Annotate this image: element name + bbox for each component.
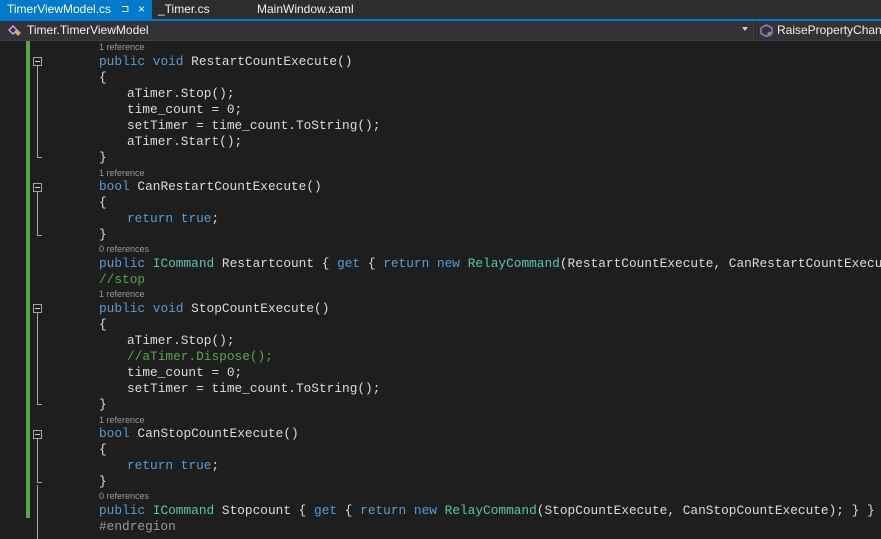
codelens-references[interactable]: 1 reference [99, 42, 145, 53]
tab-mainwindow[interactable]: MainWindow.xaml [257, 0, 354, 19]
outline-line [37, 438, 38, 482]
change-indicator-bar [26, 41, 30, 518]
tab-label: MainWindow.xaml [257, 2, 354, 16]
code-line: } [99, 397, 107, 412]
code-line: { [99, 442, 107, 457]
document-tab-bar: TimerViewModel.cs ⊐ × _Timer.cs MainWind… [0, 0, 881, 21]
outline-end [37, 157, 42, 158]
codelens-references[interactable]: 1 reference [99, 415, 145, 426]
collapse-icon[interactable] [33, 183, 42, 192]
outline-line [37, 485, 38, 539]
code-line: } [99, 150, 107, 165]
collapse-icon[interactable] [33, 430, 42, 439]
member-dropdown[interactable]: RaisePropertyChanged [756, 21, 881, 40]
outline-line [37, 191, 38, 235]
code-line: { [99, 317, 107, 332]
tab-timerviewmodel[interactable]: TimerViewModel.cs ⊐ × [0, 0, 152, 19]
preprocessor-directive: #endregion [99, 519, 176, 534]
code-editor[interactable]: 1 reference 1 reference 0 references 1 r… [0, 41, 881, 539]
code-line: { [99, 70, 107, 85]
code-line: public void RestartCountExecute() [99, 54, 353, 69]
code-line: time_count = 0; [127, 102, 243, 117]
codelens-references[interactable]: 1 reference [99, 289, 145, 300]
code-line: aTimer.Stop(); [127, 86, 235, 101]
code-line: setTimer = time_count.ToString(); [127, 381, 381, 396]
code-line: { [99, 195, 107, 210]
outline-end [37, 482, 42, 483]
collapse-icon[interactable] [33, 57, 42, 66]
pin-icon[interactable]: ⊐ [121, 0, 129, 19]
member-dropdown-label: RaisePropertyChanged [777, 23, 881, 37]
outline-line [37, 312, 38, 404]
code-line: bool CanRestartCountExecute() [99, 179, 322, 194]
class-dropdown[interactable]: Timer.TimerViewModel [0, 21, 754, 40]
code-line: return true; [127, 211, 220, 226]
tab-label: TimerViewModel.cs [7, 2, 112, 16]
code-line: public ICommand Stopcount { get { return… [99, 503, 875, 518]
chevron-down-icon[interactable] [742, 27, 748, 31]
code-line: public ICommand Restartcount { get { ret… [99, 256, 881, 271]
navigation-bar: Timer.TimerViewModel RaisePropertyChange… [0, 21, 881, 41]
class-dropdown-label: Timer.TimerViewModel [27, 23, 149, 37]
class-icon [8, 25, 21, 36]
code-line: return true; [127, 458, 220, 473]
outline-end [37, 235, 42, 236]
code-line: public void StopCountExecute() [99, 301, 330, 316]
code-comment: //stop [99, 272, 146, 287]
code-line: aTimer.Stop(); [127, 333, 235, 348]
code-comment: //aTimer.Dispose(); [127, 349, 273, 364]
close-icon[interactable]: × [138, 0, 145, 19]
code-line: bool CanStopCountExecute() [99, 426, 299, 441]
method-icon [760, 24, 773, 37]
collapse-icon[interactable] [33, 304, 42, 313]
codelens-references[interactable]: 0 references [99, 244, 149, 255]
code-line: time_count = 0; [127, 365, 243, 380]
outline-end [37, 404, 42, 405]
tab-label: _Timer.cs [158, 2, 210, 16]
outline-line [37, 65, 38, 157]
code-line: } [99, 474, 107, 489]
tab-timer[interactable]: _Timer.cs [158, 0, 210, 19]
code-line: setTimer = time_count.ToString(); [127, 118, 381, 133]
codelens-references[interactable]: 0 references [99, 491, 149, 502]
codelens-references[interactable]: 1 reference [99, 168, 145, 179]
code-line: } [99, 227, 107, 242]
code-line: aTimer.Start(); [127, 134, 243, 149]
